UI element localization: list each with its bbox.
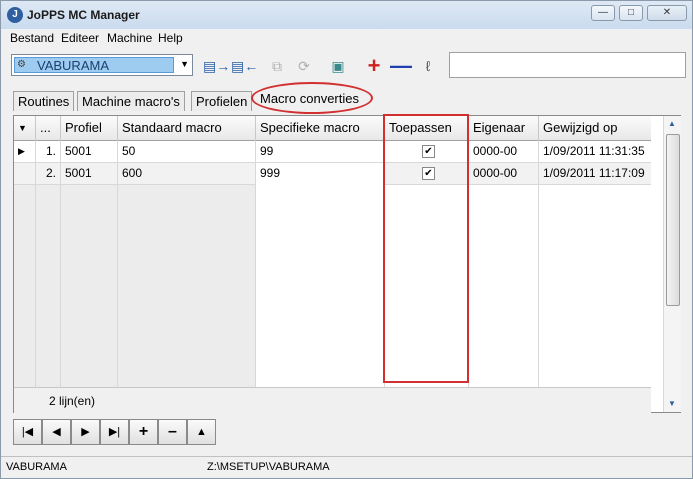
menu-editeer[interactable]: Editeer <box>61 31 99 45</box>
header-eigenaar[interactable]: Eigenaar <box>469 116 539 141</box>
row-count: 2 lijn(en) <box>49 394 96 408</box>
row-nr: 2. <box>36 163 61 185</box>
column-divider <box>60 185 61 387</box>
status-path: Z:\MSETUP\VABURAMA <box>207 461 330 473</box>
cell-profiel[interactable]: 5001 <box>61 141 118 163</box>
column-divider <box>255 185 256 387</box>
add-icon[interactable]: + <box>363 55 385 77</box>
header-gewijzigd-op[interactable]: Gewijzigd op <box>539 116 651 141</box>
cell-gewijzigd-op[interactable]: 1/09/2011 11:31:35 <box>539 141 651 163</box>
grid-footer: 2 lijn(en) <box>14 387 651 413</box>
machine-select[interactable]: ⚙ VABURAMA ▼ <box>11 54 193 76</box>
header-nr[interactable]: ... <box>36 116 61 141</box>
title-bar: J JoPPS MC Manager — □ ✕ <box>1 1 692 29</box>
cell-standaard-macro[interactable]: 50 <box>118 141 256 163</box>
scroll-up-icon[interactable]: ▲ <box>668 119 676 128</box>
header-menu-icon[interactable]: ▼ <box>14 116 36 141</box>
machine-icon: ⚙ <box>17 59 26 70</box>
column-divider <box>35 185 36 387</box>
cell-standaard-macro[interactable]: 600 <box>118 163 256 185</box>
menu-help[interactable]: Help <box>158 31 183 45</box>
app-icon: J <box>7 7 23 23</box>
toolbar: ⚙ VABURAMA ▼ ▤→ ▤← ⧉ ⟳ ▣ + — ℓ <box>1 48 692 82</box>
scroll-thumb[interactable] <box>666 134 680 306</box>
minimize-button[interactable]: — <box>591 5 615 21</box>
cube-icon[interactable]: ▣ <box>327 56 349 76</box>
header-specifieke-macro[interactable]: Specifieke macro <box>256 116 385 141</box>
menu-bestand[interactable]: Bestand <box>10 31 54 45</box>
status-machine: VABURAMA <box>6 461 67 473</box>
tab-profielen[interactable]: Profielen <box>191 91 253 111</box>
menu-bar: Bestand Editeer Machine Help <box>1 29 692 47</box>
column-divider <box>538 185 539 387</box>
cell-eigenaar[interactable]: 0000-00 <box>469 141 539 163</box>
chevron-down-icon[interactable]: ▼ <box>180 59 189 69</box>
last-record-button[interactable]: ▶| <box>100 419 129 445</box>
status-bar: VABURAMA Z:\MSETUP\VABURAMA <box>1 456 692 478</box>
row-pointer-icon: ▶ <box>14 141 36 163</box>
close-button[interactable]: ✕ <box>647 5 687 21</box>
column-divider <box>117 185 118 387</box>
vertical-scrollbar[interactable]: ▲ ▼ <box>663 116 681 412</box>
tab-routines[interactable]: Routines <box>13 91 75 111</box>
link-icon[interactable]: ℓ <box>417 56 439 76</box>
record-navigator: |◀ ◀ ▶ ▶| + – ▲ <box>13 419 216 445</box>
cell-gewijzigd-op[interactable]: 1/09/2011 11:17:09 <box>539 163 651 185</box>
empty-area <box>14 185 256 387</box>
highlight-ellipse <box>251 82 373 114</box>
menu-machine[interactable]: Machine <box>107 31 152 45</box>
cell-specifieke-macro[interactable]: 999 <box>256 163 385 185</box>
grid-header: ▼ ... Profiel Standaard macro Specifieke… <box>14 116 651 141</box>
highlight-box <box>383 114 469 383</box>
post-edit-button[interactable]: ▲ <box>187 419 216 445</box>
row-pointer <box>14 163 36 185</box>
next-record-button[interactable]: ▶ <box>71 419 100 445</box>
tab-machine-macros[interactable]: Machine macro's <box>77 91 185 111</box>
copy-icon[interactable]: ⧉ <box>266 56 288 76</box>
main-window: J JoPPS MC Manager — □ ✕ Bestand Editeer… <box>0 0 693 479</box>
search-input[interactable] <box>449 52 686 78</box>
table-row[interactable]: 2. 5001 600 999 ✔ 0000-00 1/09/2011 11:1… <box>14 163 651 185</box>
cell-specifieke-macro[interactable]: 99 <box>256 141 385 163</box>
header-profiel[interactable]: Profiel <box>61 116 118 141</box>
data-grid: ▼ ... Profiel Standaard macro Specifieke… <box>13 115 681 413</box>
import-icon[interactable]: ▤← <box>231 56 258 76</box>
remove-icon[interactable]: — <box>390 55 412 77</box>
row-nr: 1. <box>36 141 61 163</box>
refresh-icon[interactable]: ⟳ <box>293 56 315 76</box>
cell-profiel[interactable]: 5001 <box>61 163 118 185</box>
machine-select-value: ⚙ VABURAMA <box>14 57 174 73</box>
export-icon[interactable]: ▤→ <box>203 56 230 76</box>
cell-eigenaar[interactable]: 0000-00 <box>469 163 539 185</box>
header-standaard-macro[interactable]: Standaard macro <box>118 116 256 141</box>
maximize-button[interactable]: □ <box>619 5 643 21</box>
delete-record-button[interactable]: – <box>158 419 187 445</box>
first-record-button[interactable]: |◀ <box>13 419 42 445</box>
insert-record-button[interactable]: + <box>129 419 158 445</box>
table-row[interactable]: ▶ 1. 5001 50 99 ✔ 0000-00 1/09/2011 11:3… <box>14 141 651 163</box>
prev-record-button[interactable]: ◀ <box>42 419 71 445</box>
window-title: JoPPS MC Manager <box>27 8 140 22</box>
scroll-down-icon[interactable]: ▼ <box>668 399 676 408</box>
